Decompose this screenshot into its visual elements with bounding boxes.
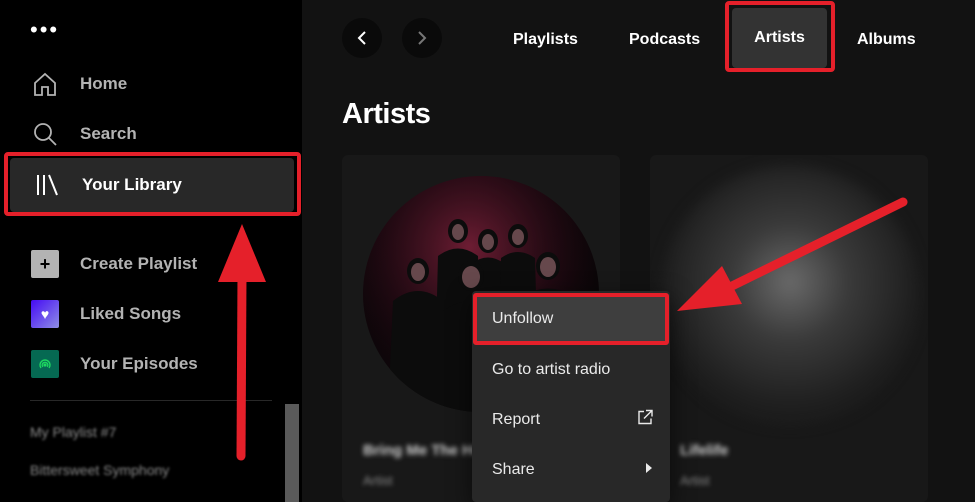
- sidebar-item-label: Home: [80, 74, 128, 93]
- menu-item-report[interactable]: Report: [476, 395, 666, 445]
- your-episodes-label: Your Episodes: [80, 354, 198, 373]
- sidebar-item-home[interactable]: Home: [30, 64, 127, 104]
- artist-card[interactable]: Lifelife Artist: [650, 155, 928, 502]
- forward-button[interactable]: [402, 18, 442, 58]
- page-title: Artists: [342, 98, 431, 130]
- external-link-icon: [636, 409, 654, 432]
- annotation-highlight-box: [4, 152, 301, 216]
- annotation-highlight-box: [473, 293, 669, 345]
- artist-subtitle: Artist: [363, 473, 393, 488]
- sidebar-scrollbar[interactable]: [285, 404, 299, 502]
- sidebar-playlist-item[interactable]: Bittersweet Symphony: [30, 462, 169, 478]
- tab-albums[interactable]: Albums: [857, 24, 916, 56]
- podcast-icon: [30, 349, 60, 379]
- heart-icon: ♥: [30, 299, 60, 329]
- menu-item-label: Report: [492, 411, 541, 428]
- sidebar-playlist-item[interactable]: My Playlist #7: [30, 424, 116, 440]
- artist-image: [660, 165, 920, 425]
- chevron-left-icon: [357, 31, 366, 45]
- home-icon: [30, 69, 60, 99]
- back-button[interactable]: [342, 18, 382, 58]
- chevron-right-icon: [418, 31, 427, 45]
- sidebar-item-search[interactable]: Search: [30, 114, 137, 154]
- plus-icon: +: [30, 249, 60, 279]
- more-options-icon[interactable]: •••: [30, 19, 59, 41]
- sidebar-divider: [30, 400, 272, 401]
- menu-item-label: Share: [492, 461, 535, 478]
- menu-item-go-to-artist-radio[interactable]: Go to artist radio: [476, 345, 666, 395]
- sidebar-item-label: Search: [80, 124, 137, 143]
- annotation-highlight-box: [725, 1, 835, 72]
- sidebar: ••• Home Search Your Library + Create Pl…: [0, 0, 302, 502]
- menu-item-label: Go to artist radio: [492, 361, 611, 378]
- create-playlist-label: Create Playlist: [80, 254, 198, 273]
- search-icon: [30, 119, 60, 149]
- liked-songs-button[interactable]: ♥ Liked Songs: [30, 294, 181, 334]
- tab-playlists[interactable]: Playlists: [513, 24, 578, 56]
- your-episodes-button[interactable]: Your Episodes: [30, 344, 198, 384]
- create-playlist-button[interactable]: + Create Playlist: [30, 244, 197, 284]
- artist-subtitle: Artist: [680, 473, 710, 488]
- caret-right-icon: [644, 461, 654, 479]
- liked-songs-label: Liked Songs: [80, 304, 182, 323]
- menu-item-share[interactable]: Share: [476, 445, 666, 495]
- tab-podcasts[interactable]: Podcasts: [629, 24, 700, 56]
- artist-name[interactable]: Lifelife: [680, 442, 728, 459]
